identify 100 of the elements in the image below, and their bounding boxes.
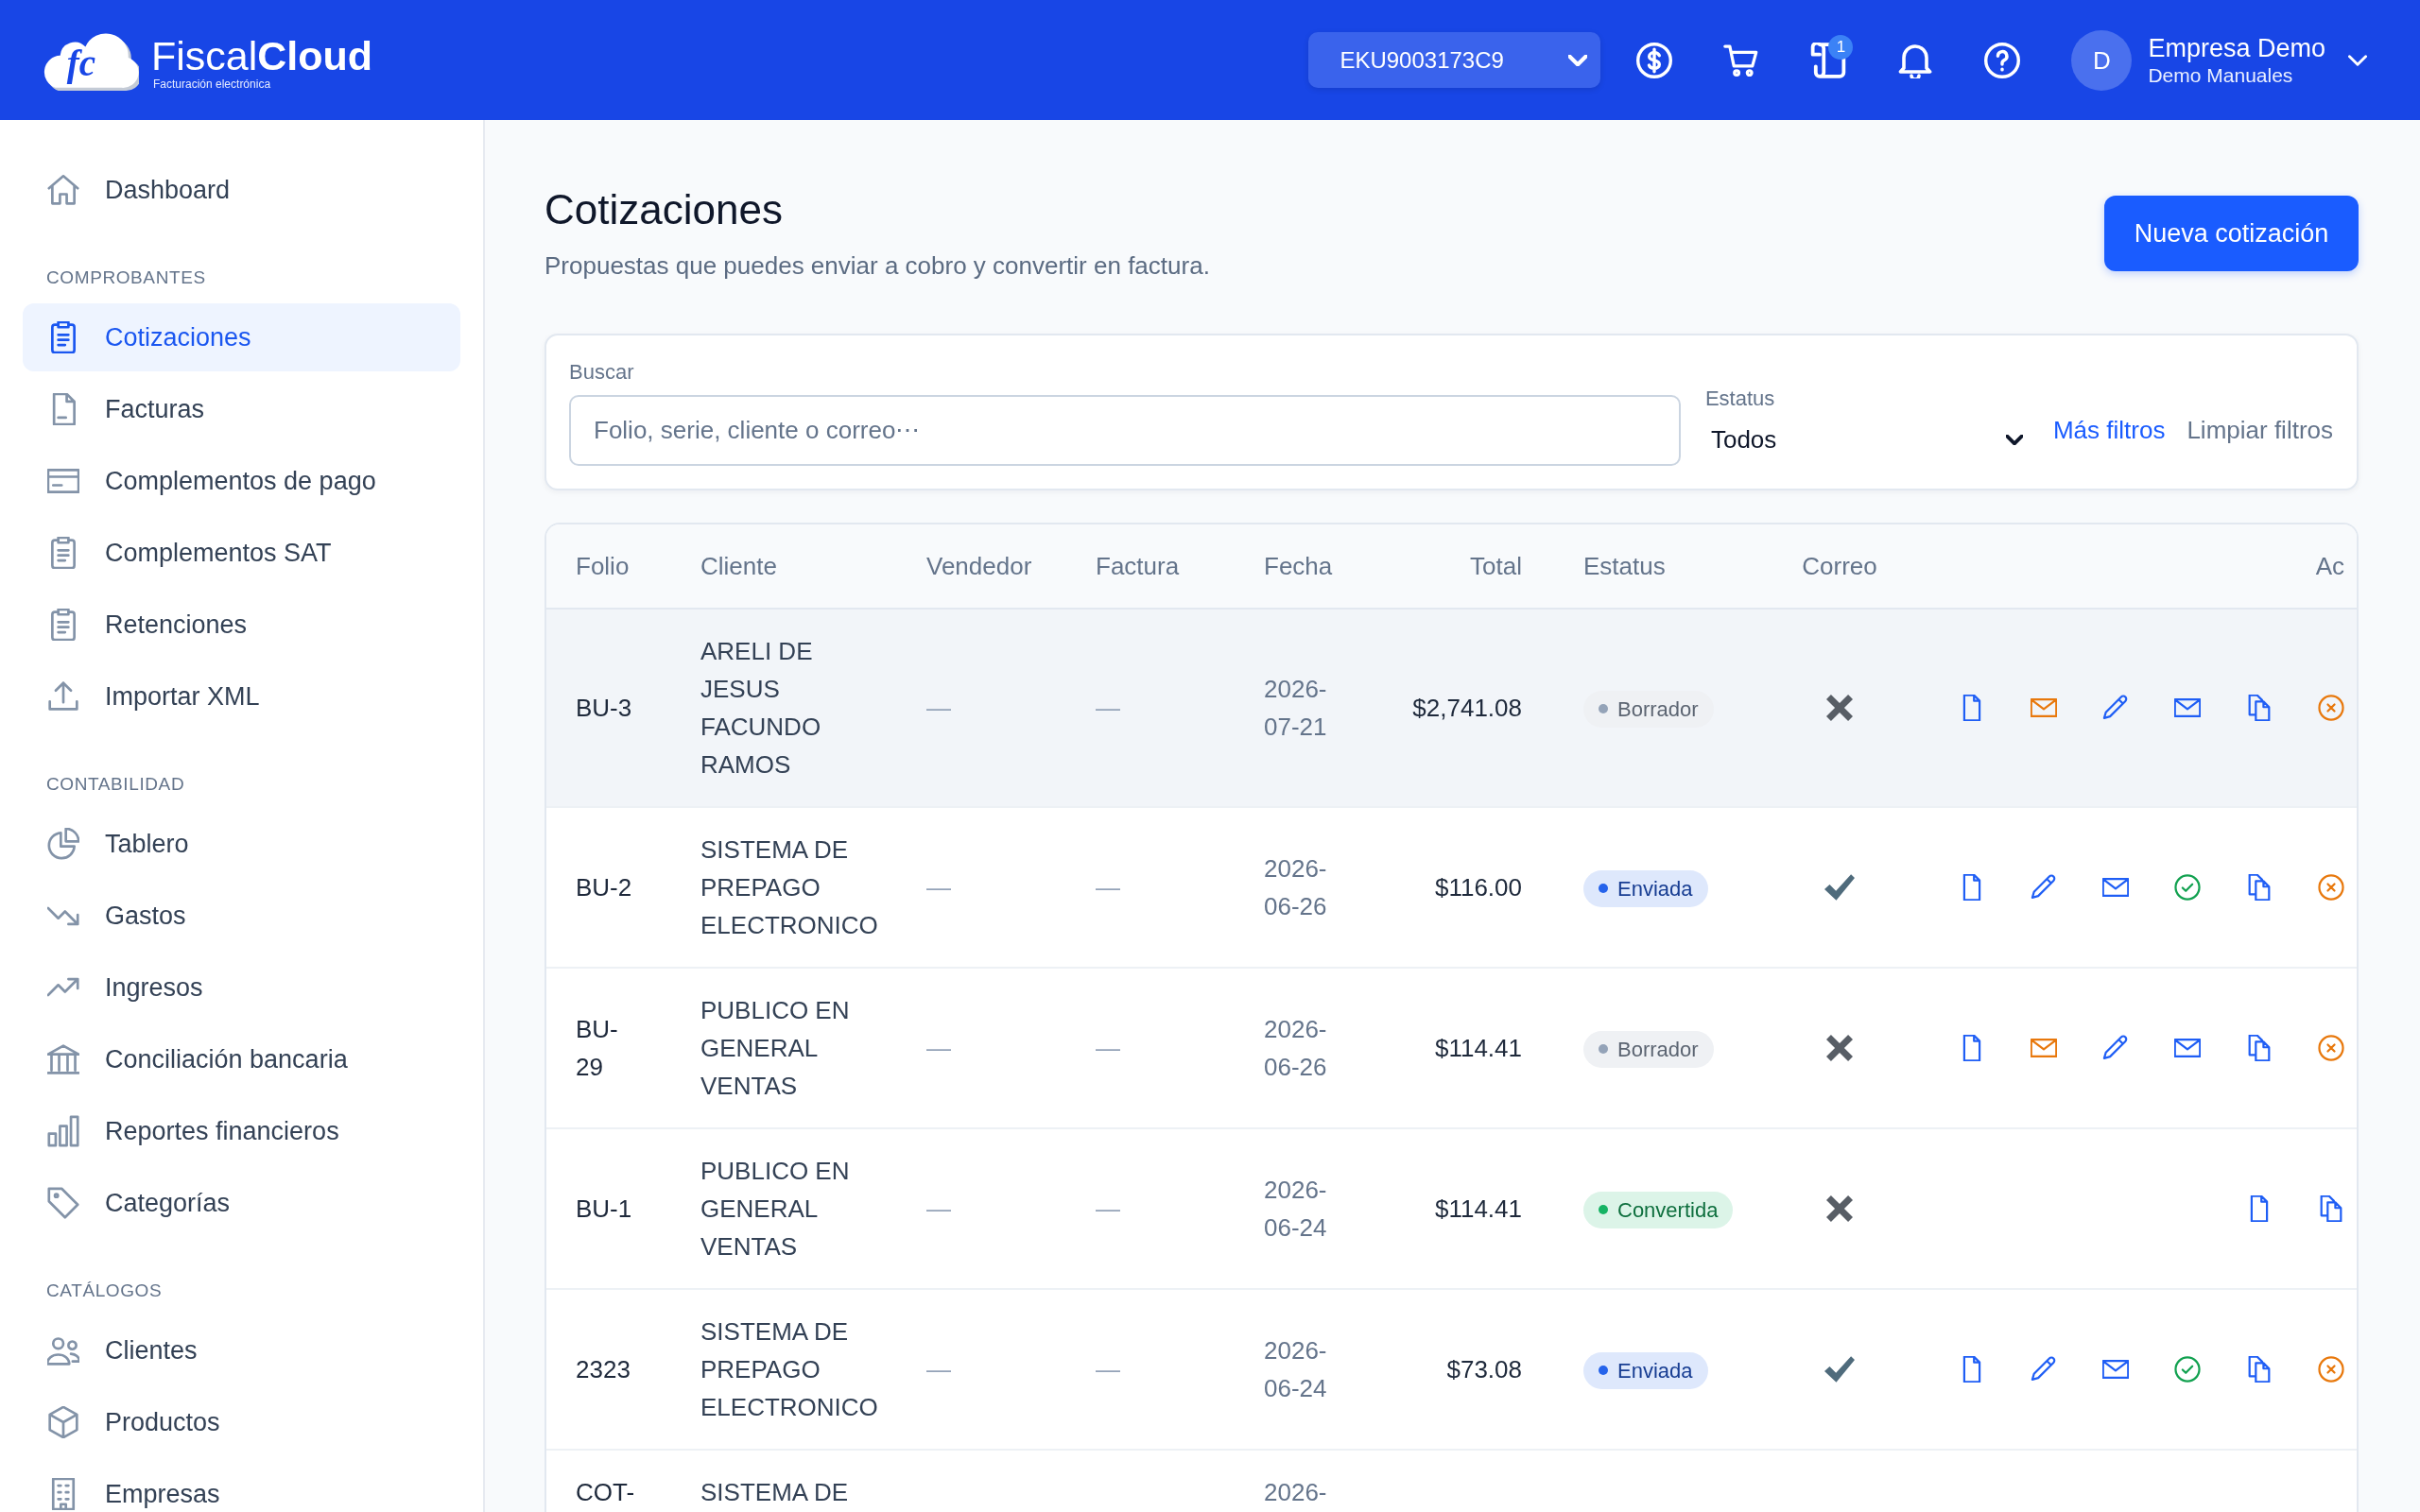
table-cell-text: SISTEMA DE PREPAGO ELECTRONICO (700, 1316, 879, 1423)
status-label: Enviada (1617, 875, 1693, 902)
count-badge: 1 (1828, 34, 1854, 60)
table-cell-text: 2026- (1264, 1477, 1327, 1508)
table-cell-text: 2026-06-26 (1264, 1014, 1328, 1083)
sidebar-item[interactable]: Dashboard (23, 156, 460, 224)
sidebar-item[interactable]: Ingresos (23, 954, 460, 1022)
table-cell: — (926, 873, 951, 902)
pencil-icon[interactable] (2102, 695, 2129, 721)
avatar: D (2071, 29, 2133, 91)
company-select[interactable]: EKU9003173C9 (1308, 32, 1601, 88)
table-cell-text: PUBLICO EN GENERAL VENTAS (700, 995, 851, 1102)
column-header: Estatus (1583, 551, 1666, 580)
column-header: Ac (2315, 551, 2344, 581)
table-cell: — (926, 1194, 951, 1223)
table-cell: — (1096, 873, 1120, 902)
cube-icon (47, 1406, 79, 1438)
chevron-down-icon (2005, 434, 2023, 445)
column-header: Vendedor (926, 551, 1032, 580)
table-cell: $116.00 (1434, 873, 1522, 902)
sidebar-item[interactable]: Reportes financieros (23, 1097, 460, 1165)
table-cell-text: BU-1 (576, 1194, 632, 1225)
table-cell-text: SISTEMA DE (700, 1477, 849, 1508)
table-cell-text: 2026-06-24 (1264, 1335, 1328, 1404)
table-cell-text: ARELI DE JESUS FACUNDO RAMOS (700, 636, 822, 781)
user-name: Empresa Demo (2148, 32, 2325, 63)
pencil-icon[interactable] (2031, 874, 2057, 901)
search-field[interactable]: Folio, serie, cliente o correo⋯ (569, 395, 1681, 466)
help-icon[interactable] (1984, 42, 2021, 78)
section-label: COMPROBANTES (46, 266, 206, 289)
sidebar-item[interactable]: Productos (23, 1388, 460, 1456)
sidebar-item[interactable]: Cotizaciones (23, 303, 460, 371)
status-select[interactable]: Todos (1704, 413, 2029, 466)
home-icon (47, 174, 79, 206)
dollar-icon[interactable] (1636, 42, 1673, 78)
field-label: Estatus (1704, 386, 1775, 412)
tag-icon (47, 1187, 79, 1219)
sidebar-item[interactable]: Complementos SAT (23, 519, 460, 587)
table-cell: — (926, 1355, 951, 1383)
table-cell-text: 2026-06-24 (1264, 1175, 1328, 1244)
chevron-down-icon (1568, 54, 1588, 66)
table-cell: — (1096, 694, 1120, 722)
pie-chart-icon (47, 828, 79, 860)
users-icon (47, 1334, 79, 1366)
status-label: Borrador (1617, 696, 1699, 723)
sidebar-item[interactable]: Conciliación bancaria (23, 1025, 460, 1093)
copy-icon[interactable] (2246, 695, 2273, 721)
sidebar-item[interactable]: Gastos (23, 882, 460, 950)
sidebar-item[interactable]: Tablero (23, 810, 460, 878)
table-cell-text: COT- (576, 1477, 634, 1508)
page-title: Cotizaciones (544, 185, 783, 234)
sidebar-item[interactable]: Categorías (23, 1169, 460, 1237)
table-cell: — (1096, 1355, 1120, 1383)
sidebar-item[interactable]: Retenciones (23, 591, 460, 659)
bell-icon[interactable] (1897, 42, 1934, 78)
brand-name: FiscalCloud (151, 33, 373, 77)
copy-icon[interactable] (2318, 1195, 2344, 1222)
column-header: Factura (1096, 551, 1180, 580)
sidebar-item[interactable]: Clientes (23, 1316, 460, 1384)
section-label: CATÁLOGOS (46, 1280, 163, 1302)
status-label: Borrador (1617, 1036, 1699, 1063)
pencil-icon[interactable] (2102, 1035, 2129, 1061)
column-header: Fecha (1264, 551, 1333, 580)
table-cell: $2,741.08 (1412, 694, 1522, 722)
column-header: Cliente (700, 551, 777, 580)
sidebar-item[interactable]: Empresas (23, 1460, 460, 1512)
user-subtitle: Demo Manuales (2148, 62, 2294, 88)
column-header: Correo (1802, 551, 1877, 581)
table-cell: — (1096, 1034, 1120, 1062)
table-cell-text: 2026-07-21 (1264, 674, 1328, 743)
bar-chart-icon (47, 1115, 79, 1147)
sidebar-item[interactable]: Facturas (23, 375, 460, 443)
table-cell: $73.08 (1446, 1355, 1522, 1383)
table-cell-text: SISTEMA DE PREPAGO ELECTRONICO (700, 834, 879, 941)
sidebar-item[interactable]: Importar XML (23, 662, 460, 730)
section-label: CONTABILIDAD (46, 773, 185, 796)
status-label: Convertida (1617, 1196, 1719, 1224)
table-cell-text: BU-3 (576, 693, 632, 724)
copy-icon[interactable] (2246, 874, 2273, 901)
table-cell: — (1096, 1194, 1120, 1223)
status-label: Enviada (1617, 1357, 1693, 1384)
clear-filters-link[interactable]: Limpiar filtros (2187, 395, 2333, 466)
table-cell-text: 2026-06-26 (1264, 853, 1328, 922)
pencil-icon[interactable] (2031, 1356, 2057, 1383)
more-filters-link[interactable]: Más filtros (2052, 395, 2166, 466)
column-header: Folio (576, 551, 630, 580)
upload-icon (47, 680, 79, 713)
table-cell: — (926, 694, 951, 722)
table-cell-text: BU-29 (576, 1014, 619, 1083)
field-label: Buscar (569, 359, 634, 386)
chevron-down-icon[interactable] (2348, 54, 2367, 66)
copy-icon[interactable] (2246, 1356, 2273, 1383)
brand-tagline: Facturación electrónica (153, 77, 272, 91)
table-cell: $114.41 (1434, 1194, 1522, 1223)
cart-icon[interactable] (1723, 42, 1760, 78)
page-subtitle: Propuestas que puedes enviar a cobro y convertir en factura. (544, 250, 1210, 281)
column-header: Total (1470, 551, 1522, 580)
new-quote-button[interactable]: Nueva cotización (2104, 196, 2359, 271)
sidebar-item[interactable]: Complementos de pago (23, 447, 460, 515)
copy-icon[interactable] (2246, 1035, 2273, 1061)
